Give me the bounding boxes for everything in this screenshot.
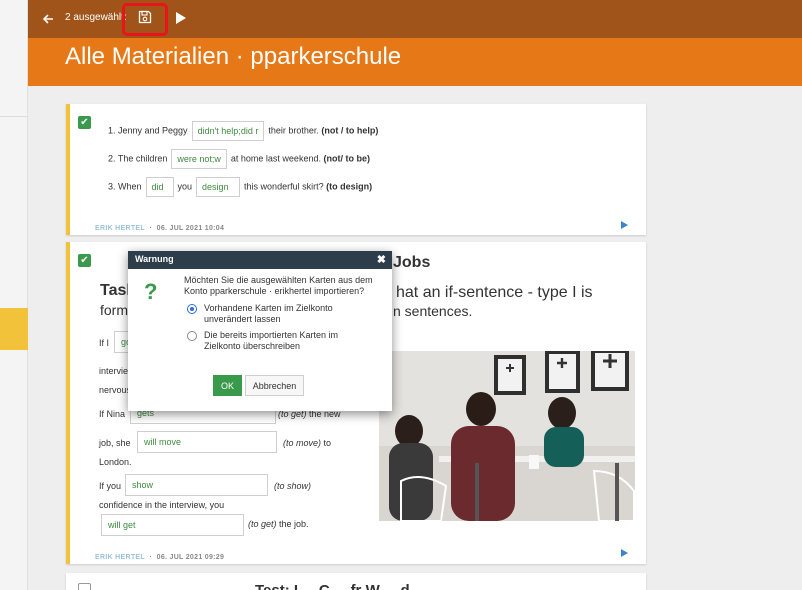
selection-toolbar: 2 ausgewählt: — [28, 0, 802, 38]
save-button[interactable] — [122, 3, 168, 36]
sidebar-divider — [0, 116, 27, 117]
card-title: Test: I ... C ... fr W ... d — [255, 582, 410, 590]
answer-field[interactable]: didn't help;did r — [191, 121, 265, 141]
import-warning-dialog: Warnung ✖ ? Möchten Sie die ausgewählten… — [128, 251, 392, 411]
play-arrow-icon[interactable] — [621, 549, 628, 557]
gap-field[interactable]: will get — [101, 514, 244, 536]
left-sidebar-strip — [0, 0, 28, 590]
page-header: Alle Materialien · pparkerschule — [28, 38, 802, 86]
question-mark-icon: ? — [144, 279, 158, 304]
card-meta: ERIK HERTEL · 06. JUL 2021 10:04 — [95, 225, 225, 232]
card-meta: ERIK HERTEL · 06. JUL 2021 09:29 — [95, 554, 225, 561]
gap-field[interactable]: show — [125, 474, 268, 496]
task-text-left: form — [100, 302, 128, 318]
arrow-left-icon[interactable] — [38, 9, 58, 29]
question-row-3: 3. When did you design this wonderful skirt?… — [108, 177, 372, 197]
radio-unselected[interactable] — [187, 331, 197, 341]
card-checkbox-checked[interactable]: ✔ — [78, 254, 91, 267]
material-card-3[interactable]: Test: I ... C ... fr W ... d — [66, 573, 646, 590]
answer-field[interactable]: were not;w — [171, 149, 227, 169]
ok-button[interactable]: OK — [213, 375, 242, 396]
gap-field[interactable]: will move — [137, 431, 277, 453]
floppy-disk-icon — [138, 10, 152, 29]
cancel-button[interactable]: Abbrechen — [245, 375, 304, 396]
selection-count: 2 ausgewählt: — [65, 12, 127, 23]
option-keep-existing[interactable]: Vorhandene Karten im Zielkonto unverände… — [187, 303, 377, 325]
answer-field[interactable]: did — [145, 177, 174, 197]
play-arrow-icon[interactable] — [621, 221, 628, 229]
option-overwrite[interactable]: Die bereits importierten Karten im Zielk… — [187, 330, 377, 352]
task-text-right-1: hat an if-sentence - type I is — [396, 284, 593, 301]
sidebar-active-marker — [0, 308, 28, 350]
task-text-right-2: n sentences. — [393, 303, 473, 319]
card-title: Jobs — [393, 254, 431, 271]
job-interview-photo — [379, 351, 635, 521]
card-checkbox-unchecked[interactable] — [78, 583, 91, 590]
page-title: Alle Materialien · pparkerschule — [65, 43, 402, 70]
radio-selected[interactable] — [187, 304, 197, 314]
material-card-1[interactable]: ✔ 1. Jenny and Peggy didn't help;did r the… — [66, 104, 646, 235]
dialog-title: Warnung — [135, 254, 174, 264]
card-checkbox-checked[interactable]: ✔ — [78, 116, 91, 129]
close-icon[interactable]: ✖ — [377, 253, 386, 266]
dialog-message: Möchten Sie die ausgewählten Karten aus … — [184, 275, 373, 296]
play-icon[interactable] — [174, 10, 190, 28]
question-row-1: 1. Jenny and Peggy didn't help;did r their… — [108, 121, 378, 141]
answer-field[interactable]: design — [196, 177, 241, 197]
question-row-2: 2. The children were not;w at home last we… — [108, 149, 370, 169]
dialog-header: Warnung ✖ — [128, 251, 392, 269]
